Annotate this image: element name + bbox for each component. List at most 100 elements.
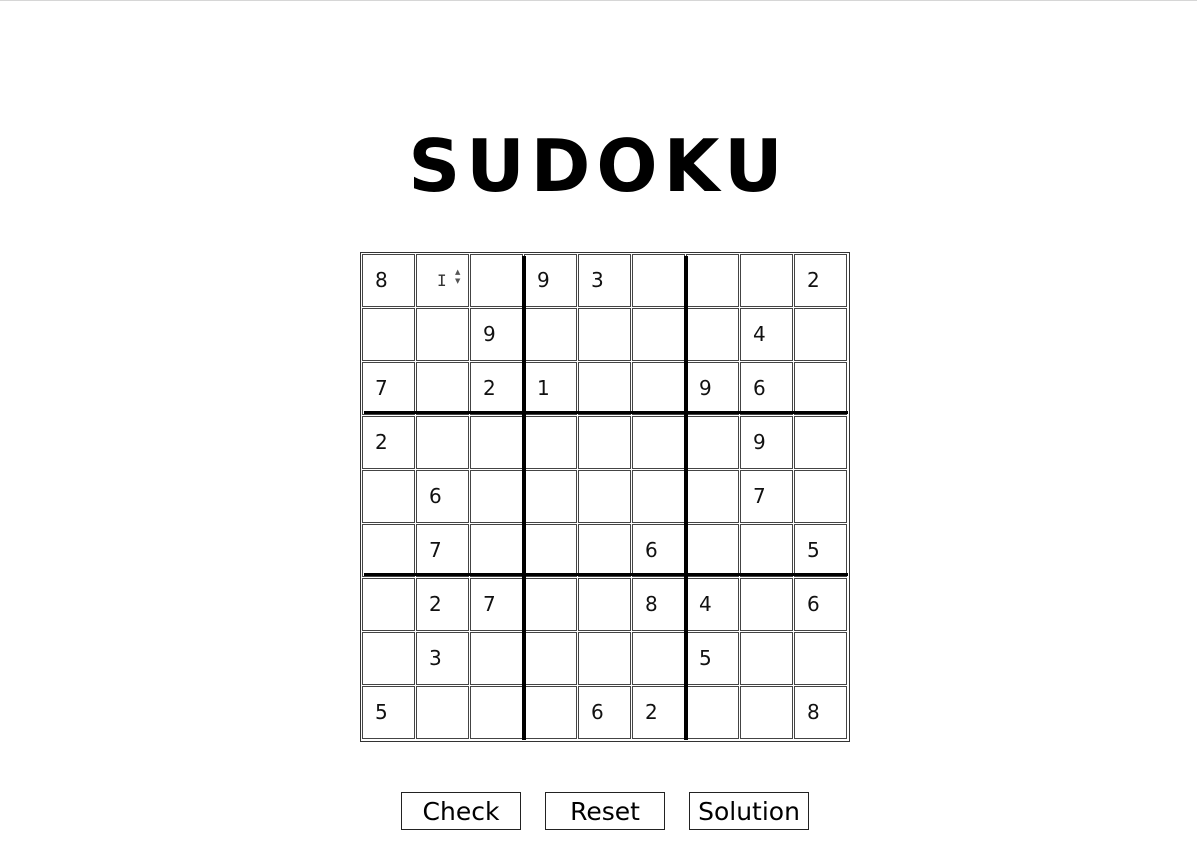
sudoku-cell[interactable] bbox=[578, 470, 631, 523]
sudoku-cell[interactable] bbox=[524, 308, 577, 361]
cell-value: 2 bbox=[375, 430, 388, 454]
sudoku-cell[interactable] bbox=[524, 686, 577, 739]
cell-value: 6 bbox=[753, 376, 766, 400]
sudoku-cell[interactable]: 2 bbox=[632, 686, 685, 739]
sudoku-cell[interactable]: I ▲ ▼ bbox=[416, 254, 469, 307]
sudoku-cell[interactable]: 9 bbox=[686, 362, 739, 415]
sudoku-cell[interactable]: 8 bbox=[362, 254, 415, 307]
sudoku-cell[interactable] bbox=[794, 470, 847, 523]
sudoku-cell[interactable] bbox=[524, 524, 577, 577]
sudoku-cell[interactable]: 5 bbox=[686, 632, 739, 685]
sudoku-cell[interactable] bbox=[362, 524, 415, 577]
sudoku-cell[interactable] bbox=[794, 308, 847, 361]
sudoku-cell[interactable] bbox=[416, 362, 469, 415]
browser-top-border bbox=[0, 0, 1197, 1]
cell-value: 8 bbox=[807, 700, 820, 724]
sudoku-cell[interactable] bbox=[524, 632, 577, 685]
sudoku-cell[interactable] bbox=[470, 686, 523, 739]
cell-value: 1 bbox=[537, 376, 550, 400]
sudoku-cell[interactable]: 1 bbox=[524, 362, 577, 415]
sudoku-cell[interactable] bbox=[578, 578, 631, 631]
sudoku-cell[interactable]: 3 bbox=[416, 632, 469, 685]
sudoku-cell[interactable]: 5 bbox=[794, 524, 847, 577]
sudoku-cell[interactable] bbox=[794, 362, 847, 415]
sudoku-cell[interactable]: 7 bbox=[416, 524, 469, 577]
sudoku-cell[interactable]: 3 bbox=[578, 254, 631, 307]
sudoku-cell[interactable] bbox=[362, 308, 415, 361]
sudoku-cell[interactable] bbox=[578, 416, 631, 469]
sudoku-cell[interactable] bbox=[686, 524, 739, 577]
sudoku-cell[interactable] bbox=[740, 686, 793, 739]
sudoku-cell[interactable]: 2 bbox=[470, 362, 523, 415]
sudoku-cell[interactable] bbox=[416, 308, 469, 361]
sudoku-cell[interactable]: 8 bbox=[794, 686, 847, 739]
sudoku-board: 8 I ▲ ▼ 9 3 2 9 4 7 2 1 9 6 2 9 6 7 7 6 5 2 7 8 4 6 3 5 5 6 2 8 bbox=[360, 252, 850, 742]
sudoku-cell[interactable]: 9 bbox=[524, 254, 577, 307]
sudoku-cell[interactable] bbox=[686, 470, 739, 523]
sudoku-cell[interactable]: 6 bbox=[416, 470, 469, 523]
reset-button[interactable]: Reset bbox=[545, 792, 665, 830]
number-spinner-icon[interactable]: ▲ ▼ bbox=[455, 268, 460, 286]
sudoku-cell[interactable] bbox=[578, 362, 631, 415]
sudoku-cell[interactable]: 9 bbox=[470, 308, 523, 361]
sudoku-cell[interactable] bbox=[686, 308, 739, 361]
cell-value: 9 bbox=[537, 268, 550, 292]
sudoku-cell[interactable]: 2 bbox=[416, 578, 469, 631]
cell-value: 3 bbox=[429, 646, 442, 670]
sudoku-cell[interactable] bbox=[740, 254, 793, 307]
sudoku-cell[interactable] bbox=[632, 632, 685, 685]
check-button[interactable]: Check bbox=[401, 792, 521, 830]
sudoku-cell[interactable] bbox=[578, 524, 631, 577]
sudoku-cell[interactable] bbox=[416, 686, 469, 739]
box-divider-vertical bbox=[522, 256, 526, 740]
sudoku-cell[interactable] bbox=[578, 308, 631, 361]
sudoku-cell[interactable] bbox=[632, 254, 685, 307]
sudoku-cell[interactable] bbox=[578, 632, 631, 685]
box-divider-vertical bbox=[684, 256, 688, 740]
sudoku-cell[interactable] bbox=[470, 524, 523, 577]
sudoku-cell[interactable] bbox=[632, 308, 685, 361]
solution-button[interactable]: Solution bbox=[689, 792, 809, 830]
sudoku-cell[interactable] bbox=[362, 470, 415, 523]
sudoku-cell[interactable] bbox=[686, 416, 739, 469]
sudoku-cell[interactable] bbox=[470, 416, 523, 469]
box-divider-horizontal bbox=[364, 411, 848, 414]
sudoku-cell[interactable]: 6 bbox=[632, 524, 685, 577]
sudoku-cell[interactable] bbox=[524, 578, 577, 631]
sudoku-cell[interactable]: 2 bbox=[794, 254, 847, 307]
sudoku-cell[interactable] bbox=[362, 578, 415, 631]
sudoku-cell[interactable]: 5 bbox=[362, 686, 415, 739]
sudoku-cell[interactable]: 6 bbox=[578, 686, 631, 739]
sudoku-cell[interactable] bbox=[794, 416, 847, 469]
sudoku-cell[interactable] bbox=[524, 470, 577, 523]
sudoku-cell[interactable]: 4 bbox=[740, 308, 793, 361]
sudoku-cell[interactable] bbox=[740, 578, 793, 631]
sudoku-cell[interactable]: 4 bbox=[686, 578, 739, 631]
sudoku-cell[interactable] bbox=[632, 470, 685, 523]
sudoku-cell[interactable]: 7 bbox=[470, 578, 523, 631]
sudoku-cell[interactable] bbox=[470, 470, 523, 523]
sudoku-cell[interactable]: 7 bbox=[740, 470, 793, 523]
sudoku-cell[interactable] bbox=[740, 524, 793, 577]
sudoku-cell[interactable] bbox=[740, 632, 793, 685]
sudoku-cell[interactable] bbox=[416, 416, 469, 469]
sudoku-cell[interactable]: 8 bbox=[632, 578, 685, 631]
sudoku-cell[interactable] bbox=[470, 254, 523, 307]
sudoku-cell[interactable]: 2 bbox=[362, 416, 415, 469]
box-divider-horizontal bbox=[364, 573, 848, 576]
sudoku-cell[interactable] bbox=[470, 632, 523, 685]
sudoku-cell[interactable]: 7 bbox=[362, 362, 415, 415]
sudoku-cell[interactable]: 6 bbox=[740, 362, 793, 415]
sudoku-cell[interactable] bbox=[686, 686, 739, 739]
cell-value: 8 bbox=[375, 268, 388, 292]
sudoku-cell[interactable] bbox=[632, 416, 685, 469]
sudoku-cell[interactable] bbox=[794, 632, 847, 685]
sudoku-cell[interactable] bbox=[632, 362, 685, 415]
sudoku-cell[interactable] bbox=[524, 416, 577, 469]
sudoku-cell[interactable] bbox=[686, 254, 739, 307]
sudoku-cell[interactable]: 9 bbox=[740, 416, 793, 469]
cell-value: 6 bbox=[645, 538, 658, 562]
sudoku-cell[interactable]: 6 bbox=[794, 578, 847, 631]
sudoku-cell[interactable] bbox=[362, 632, 415, 685]
cell-value: 4 bbox=[753, 322, 766, 346]
